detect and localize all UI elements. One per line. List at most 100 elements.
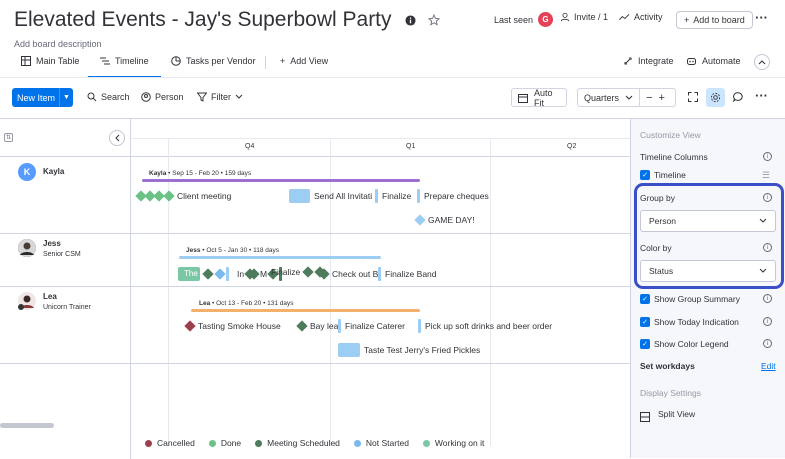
info-icon[interactable] <box>405 15 416 26</box>
tab-add-view[interactable]: + Add View <box>280 56 328 66</box>
tab-main-table[interactable]: Main Table <box>21 56 79 66</box>
avatar[interactable]: G <box>538 12 554 27</box>
search-button[interactable]: Search <box>87 92 130 102</box>
timeline-item[interactable]: Tasting Smoke House <box>184 320 281 332</box>
drag-handle-icon[interactable]: ☰ <box>762 170 770 181</box>
more-options-icon[interactable]: ··· <box>755 10 768 25</box>
zoom-in-button[interactable]: + <box>658 92 664 104</box>
timeline-item[interactable]: GAME DAY! <box>414 214 475 226</box>
integrate-label: Integrate <box>638 56 674 66</box>
plus-icon: + <box>684 15 690 25</box>
group-row-jess: Jess Senior CSM Jess • Oct 5 - Jan 30 • 1… <box>0 234 630 287</box>
new-item-button[interactable]: New Item ▼ <box>12 88 73 107</box>
tab-timeline[interactable]: Timeline <box>100 56 149 66</box>
more-options-icon[interactable]: ··· <box>755 88 768 103</box>
timeline-item[interactable]: The <box>178 267 214 281</box>
timeline-item[interactable]: Finalize Band <box>378 267 437 281</box>
legend-label: Done <box>220 438 242 448</box>
last-seen[interactable]: Last seen G <box>494 12 554 27</box>
chart-icon <box>171 56 181 66</box>
toolbar: New Item ▼ Search Person Filter Auto Fit… <box>0 87 785 111</box>
timeline-item[interactable]: Prepare cheques <box>417 189 489 203</box>
show-today-checkbox[interactable]: ✓ <box>640 317 650 327</box>
timeline-checkbox[interactable]: ✓ <box>640 170 650 180</box>
split-view-option[interactable]: Split View <box>658 409 695 419</box>
item-bar <box>338 343 360 357</box>
edit-workdays-link[interactable]: Edit <box>761 361 776 371</box>
timeline-item[interactable]: Taste Test Jerry's Fried Pickles <box>338 343 480 357</box>
info-icon[interactable]: i <box>763 294 772 303</box>
info-icon[interactable]: i <box>763 152 772 161</box>
table-icon <box>21 56 31 66</box>
legend-label: Working on it <box>434 438 485 448</box>
chevron-down-icon[interactable] <box>625 95 633 101</box>
group-person[interactable]: Jess Senior CSM <box>18 239 81 258</box>
activity-label: Activity <box>634 12 663 22</box>
integrate-icon <box>623 56 633 66</box>
timeline-item[interactable]: Client meeting <box>163 190 231 202</box>
timeline-item[interactable]: Send All Invitati <box>289 189 372 203</box>
auto-fit-button[interactable]: Auto Fit <box>511 88 567 108</box>
show-color-legend-label: Show Color Legend <box>654 339 729 349</box>
milestone-marker <box>296 320 308 332</box>
timeline-item[interactable]: Finalize Caterer <box>338 319 405 333</box>
item-label: Tasting Smoke House <box>198 321 281 331</box>
info-icon[interactable]: i <box>763 339 772 348</box>
activity-icon <box>619 13 630 22</box>
chevron-down-icon <box>235 94 243 100</box>
settings-button[interactable] <box>706 88 725 107</box>
legend-item: Cancelled <box>145 438 195 448</box>
divider <box>639 89 641 106</box>
automate-button[interactable]: Automate <box>686 56 741 66</box>
info-icon[interactable]: i <box>763 317 772 326</box>
timeline-item[interactable]: Pick up soft drinks and beer order <box>418 319 552 333</box>
item-bar <box>418 319 421 333</box>
board-description[interactable]: Add board description <box>14 39 102 49</box>
timeline-columns-label: Timeline Columns <box>640 152 708 162</box>
color-legend: Cancelled Done Meeting Scheduled Not Sta… <box>145 438 484 448</box>
person-name: Jess <box>43 239 61 248</box>
add-to-board-button[interactable]: + Add to board <box>676 11 753 29</box>
split-view-icon <box>640 409 650 427</box>
show-color-legend-checkbox[interactable]: ✓ <box>640 339 650 349</box>
timeline-item[interactable]: Check out B <box>318 267 382 281</box>
chat-icon[interactable] <box>733 92 743 102</box>
integrate-button[interactable]: Integrate <box>623 56 674 66</box>
activity-button[interactable]: Activity <box>619 12 663 22</box>
person-filter-button[interactable]: Person <box>141 92 184 102</box>
legend-label: Meeting Scheduled <box>267 438 340 448</box>
timeline-item[interactable]: Bay lea <box>296 320 338 332</box>
chevron-down-icon[interactable]: ▼ <box>59 88 73 107</box>
tab-tasks-per-vendor[interactable]: Tasks per Vendor <box>171 56 256 66</box>
invite-button[interactable]: Invite / 1 <box>560 12 608 22</box>
filter-label: Filter <box>211 92 231 102</box>
display-settings-label: Display Settings <box>640 388 701 398</box>
item-label: In <box>237 269 245 279</box>
item-label: The <box>178 267 200 281</box>
board-title-text[interactable]: Elevated Events - Jay's Superbowl Party <box>14 8 392 31</box>
summary-dates: • Sep 15 - Feb 20 • 159 days <box>168 170 252 177</box>
timeline-checkbox-label: Timeline <box>654 170 686 180</box>
timeline-item[interactable]: Finalize <box>271 266 326 278</box>
new-item-label[interactable]: New Item <box>12 93 59 103</box>
person-name: Lea <box>43 292 57 301</box>
item-label: M <box>260 269 268 279</box>
search-label: Search <box>101 92 130 102</box>
horizontal-scrollbar[interactable] <box>0 423 54 428</box>
board-title[interactable]: Elevated Events - Jay's Superbowl Party <box>14 8 441 32</box>
zoom-scale-select[interactable]: Quarters <box>578 93 619 103</box>
group-person[interactable]: K Kayla <box>18 163 64 181</box>
group-person[interactable]: Lea Unicorn Trainer <box>18 292 91 311</box>
group-summary-bar <box>191 309 420 312</box>
zoom-out-button[interactable]: − <box>646 92 652 104</box>
show-group-summary-checkbox[interactable]: ✓ <box>640 294 650 304</box>
item-label: Finalize <box>382 191 412 201</box>
fullscreen-icon[interactable] <box>688 92 698 102</box>
item-bar <box>338 319 341 333</box>
timeline-item[interactable]: Finalize <box>375 189 411 203</box>
item-label: Finalize Band <box>385 269 437 279</box>
collapse-header-button[interactable] <box>754 54 770 70</box>
filter-button[interactable]: Filter <box>197 92 243 102</box>
star-icon[interactable] <box>428 14 441 27</box>
plus-icon: + <box>280 56 286 66</box>
